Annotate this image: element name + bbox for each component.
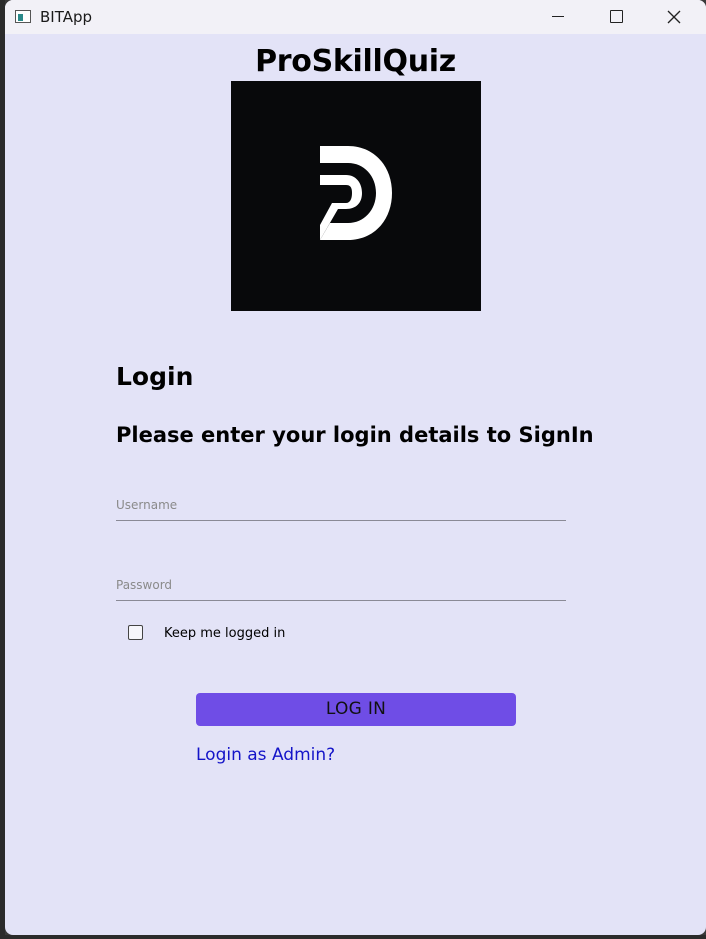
desktop-background-bottom [0, 935, 706, 939]
logo [231, 81, 481, 311]
app-icon [15, 10, 31, 23]
password-input[interactable] [116, 570, 566, 601]
remember-checkbox[interactable] [128, 625, 143, 640]
minimize-button[interactable] [529, 0, 587, 34]
maximize-button[interactable] [587, 0, 645, 34]
title-bar[interactable]: BITApp [5, 0, 706, 34]
close-button[interactable] [645, 0, 703, 34]
app-title: ProSkillQuiz [255, 44, 456, 79]
remember-label[interactable]: Keep me logged in [164, 626, 285, 641]
dp-logo-icon [320, 146, 392, 240]
maximize-icon [610, 10, 623, 23]
admin-login-link[interactable]: Login as Admin? [196, 745, 335, 765]
login-button[interactable]: LOG IN [196, 693, 516, 726]
app-window: BITApp ProSkillQuiz Login Please enter y… [5, 0, 706, 935]
window-title: BITApp [40, 8, 93, 26]
minimize-icon [552, 16, 564, 17]
username-input[interactable] [116, 490, 566, 521]
close-icon [667, 10, 681, 24]
login-subheading: Please enter your login details to SignI… [116, 423, 594, 447]
login-heading: Login [116, 362, 194, 391]
